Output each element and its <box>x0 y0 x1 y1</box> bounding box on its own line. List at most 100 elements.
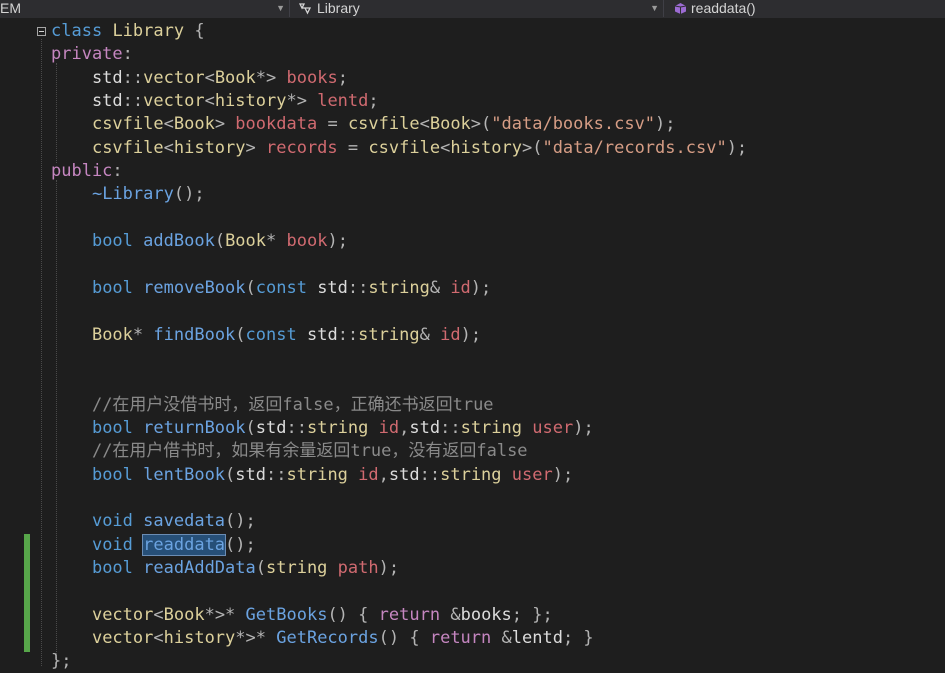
code-comment: //在用户没借书时，返回false，正确还书返回true <box>91 394 494 415</box>
code-token: < <box>153 628 164 649</box>
code-token: ( <box>235 324 246 345</box>
code-token: book <box>286 231 328 252</box>
code-token: ; <box>368 91 379 112</box>
code-token: user <box>511 464 553 485</box>
code-token: , <box>399 417 410 438</box>
code-token: & <box>450 604 461 625</box>
code-token: ( <box>245 417 256 438</box>
code-line[interactable]: public: <box>51 160 123 183</box>
code-token: Book <box>225 231 267 252</box>
code-token: csvfile <box>91 137 164 158</box>
scope-dropdown[interactable]: EM ▼ <box>0 0 290 17</box>
code-token: vector <box>91 628 154 649</box>
code-token: id <box>440 324 461 345</box>
code-line[interactable]: bool readAddData(string path); <box>51 557 399 580</box>
code-line[interactable]: void savedata(); <box>51 510 256 533</box>
code-token: bool <box>91 277 133 298</box>
code-token: findBook <box>153 324 236 345</box>
code-token: std <box>51 91 123 112</box>
code-token: std <box>235 464 267 485</box>
code-token: > <box>245 137 266 158</box>
code-token: , <box>378 464 389 485</box>
code-token: :: <box>419 464 441 485</box>
code-token: bookdata <box>235 114 318 135</box>
code-token: (); <box>225 534 256 555</box>
code-token: ; } <box>562 628 594 649</box>
code-token: ); <box>470 277 492 298</box>
code-token: < <box>204 91 215 112</box>
code-line[interactable]: csvfile<history> records = csvfile<histo… <box>51 137 747 160</box>
member-dropdown[interactable]: readdata() <box>666 0 945 17</box>
code-token: ); <box>460 324 482 345</box>
code-token: { <box>409 628 420 649</box>
code-token: history <box>450 137 522 158</box>
class-dropdown[interactable]: Library ▼ <box>292 0 664 17</box>
code-token: < <box>419 114 430 135</box>
code-line[interactable]: bool returnBook(std::string id,std::stri… <box>51 417 594 440</box>
code-token: >( <box>470 114 492 135</box>
code-line[interactable]: class Library { <box>51 20 205 43</box>
code-token: ); <box>327 231 348 252</box>
code-line[interactable]: vector<history*>* GetRecords() { return … <box>51 627 594 650</box>
code-token: < <box>163 114 174 135</box>
code-token: ); <box>552 464 574 485</box>
code-line[interactable]: csvfile<Book> bookdata = csvfile<Book>("… <box>51 113 676 136</box>
code-line[interactable]: std::vector<history*> lentd; <box>51 90 379 113</box>
code-token: *>* <box>204 604 236 625</box>
code-token: public <box>51 161 113 182</box>
code-token: :: <box>337 324 359 345</box>
code-token: (); <box>173 184 205 205</box>
code-token: id <box>358 464 379 485</box>
code-token: string <box>266 558 328 579</box>
code-token: * <box>266 231 277 252</box>
code-line[interactable]: Book* findBook(const std::string& id); <box>51 324 481 347</box>
code-line[interactable]: bool removeBook(const std::string& id); <box>51 277 491 300</box>
code-token: addBook <box>143 231 215 252</box>
code-line[interactable]: //在用户借书时，如果有余量返回true，没有返回false <box>51 440 528 463</box>
code-token: bool <box>91 231 133 252</box>
code-token: id <box>450 277 471 298</box>
scope-label: EM <box>0 0 21 16</box>
code-line[interactable]: bool addBook(Book* book); <box>51 230 348 253</box>
code-line[interactable]: vector<Book*>* GetBooks() { return &book… <box>51 604 553 627</box>
code-token: = <box>347 137 359 158</box>
code-token: & <box>429 277 441 298</box>
code-token: { <box>358 604 369 625</box>
code-token: :: <box>286 417 307 438</box>
code-token: string <box>460 417 522 438</box>
code-token: std <box>306 277 348 298</box>
code-editor[interactable]: class Library {private: std::vector<Book… <box>0 18 945 671</box>
code-line[interactable]: bool lentBook(std::string id,std::string… <box>51 464 573 487</box>
code-token: returnBook <box>143 417 246 438</box>
code-line[interactable]: void readdata(); <box>51 533 256 557</box>
code-token: Book <box>429 114 471 135</box>
class-label: Library <box>317 0 360 16</box>
code-token: = <box>327 114 338 135</box>
code-line[interactable]: std::vector<Book*> books; <box>51 67 348 90</box>
code-token: lentd <box>511 628 563 649</box>
collapse-toggle[interactable] <box>37 27 46 36</box>
code-token: return <box>429 628 492 649</box>
code-token: Book <box>173 114 215 135</box>
code-line[interactable]: private: <box>51 43 133 66</box>
code-token: * <box>132 324 144 345</box>
code-line[interactable]: ~Library(); <box>51 183 205 206</box>
code-token: :: <box>347 277 369 298</box>
code-line[interactable]: //在用户没借书时，返回false，正确还书返回true <box>51 394 494 417</box>
code-line[interactable]: }; <box>51 650 71 673</box>
